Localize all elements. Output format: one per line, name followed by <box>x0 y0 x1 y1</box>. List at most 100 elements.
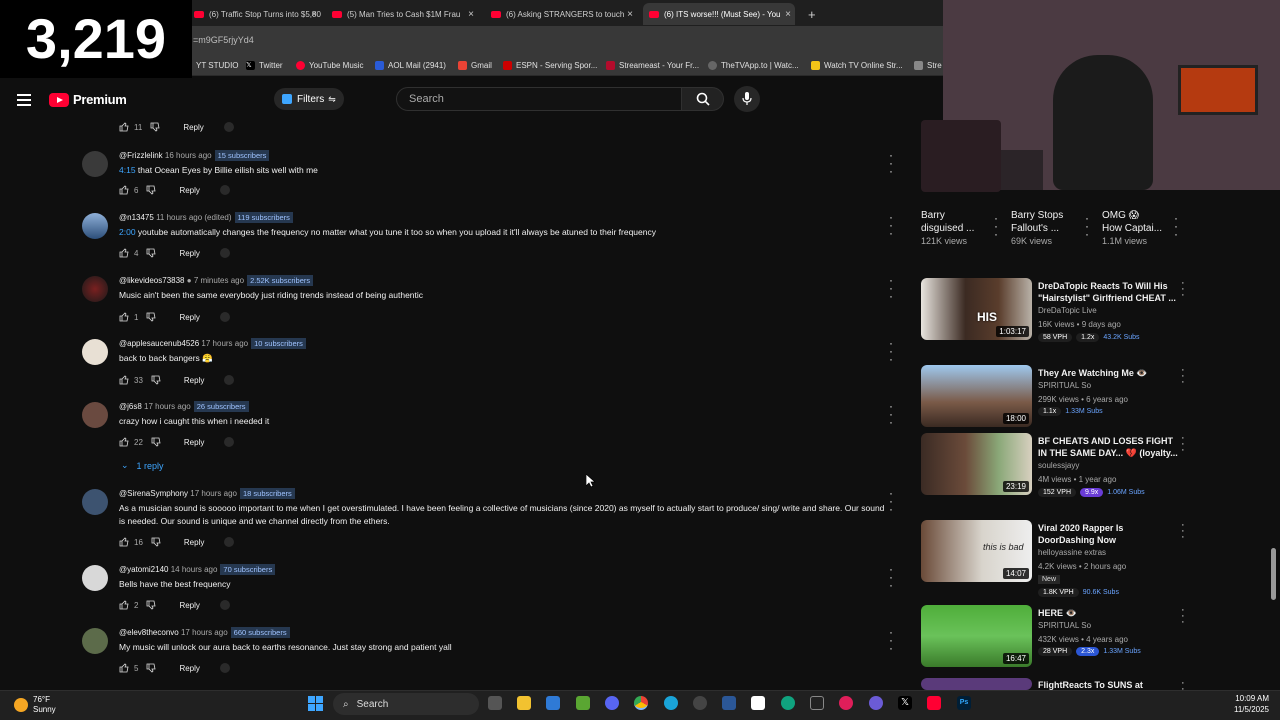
comment-author[interactable]: @likevideos73838 <box>119 276 185 285</box>
browser-tab[interactable]: (6) Traffic Stop Turns into $5,00 × <box>188 3 321 25</box>
avatar[interactable] <box>82 213 108 239</box>
task-view-icon[interactable] <box>488 696 502 710</box>
x-twitter-icon[interactable]: 𝕏 <box>898 696 912 710</box>
reply-button[interactable]: Reply <box>179 601 199 610</box>
reply-button[interactable]: Reply <box>184 376 204 385</box>
more-options-icon[interactable]: ··· <box>992 212 1000 240</box>
more-options-icon[interactable]: ··· <box>887 626 895 654</box>
bookmark-item[interactable]: Gmail <box>458 61 492 70</box>
edge-icon[interactable] <box>664 696 678 710</box>
comment-time[interactable]: 17 hours ago <box>181 628 228 637</box>
more-options-icon[interactable]: ··· <box>887 487 895 515</box>
video-thumbnail[interactable]: 18:00 <box>921 365 1032 427</box>
comment-author[interactable]: @elev8theconvo <box>119 628 179 637</box>
bookmark-item[interactable]: AOL Mail (2941) <box>375 61 446 70</box>
comment-time[interactable]: 14 hours ago <box>171 565 218 574</box>
dislike-icon[interactable] <box>151 537 161 547</box>
comment-author[interactable]: @n13475 <box>119 213 154 222</box>
video-thumbnail[interactable]: 23:19 <box>921 433 1032 495</box>
video-title[interactable]: FlightReacts To SUNS at <box>1038 679 1178 690</box>
comment-author[interactable]: @applesaucenub4526 <box>119 339 199 348</box>
recommended-video[interactable]: 16:47 HERE 👁️ SPIRITUAL So 432K views • … <box>921 605 1191 667</box>
reply-button[interactable]: Reply <box>184 438 204 447</box>
channel-name[interactable]: SPIRITUAL So <box>1038 621 1091 630</box>
comment-author[interactable]: @j6s8 <box>119 402 142 411</box>
search-button[interactable] <box>682 87 724 111</box>
comment-author[interactable]: @yatomi2140 <box>119 565 168 574</box>
avatar[interactable] <box>82 151 108 177</box>
short-thumbnail[interactable] <box>921 120 1001 192</box>
bookmark-item[interactable]: Streameast - Your Fr... <box>606 61 699 70</box>
timestamp-link[interactable]: 2:00 <box>119 227 136 237</box>
channel-name[interactable]: soulessjayy <box>1038 461 1079 470</box>
discord-icon[interactable] <box>605 696 619 710</box>
like-icon[interactable] <box>119 663 129 673</box>
browser-tab[interactable]: (6) Asking STRANGERS to touch × <box>485 3 637 25</box>
video-title[interactable]: They Are Watching Me 👁️ <box>1038 367 1178 379</box>
channel-name[interactable]: DreDaTopic Live <box>1038 306 1097 315</box>
bookmark-item[interactable]: 𝕏 Twitter <box>246 61 283 70</box>
reply-button[interactable]: Reply <box>179 186 199 195</box>
dislike-icon[interactable] <box>146 312 156 322</box>
more-options-icon[interactable]: ··· <box>887 337 895 365</box>
channel-name[interactable]: SPIRITUAL So <box>1038 381 1091 390</box>
comment-time[interactable]: 11 hours ago (edited) <box>156 213 231 222</box>
bookmark-item[interactable]: TheTVApp.to | Watc... <box>708 61 799 70</box>
comment-author[interactable]: @Frizzlelink <box>119 151 163 160</box>
more-options-icon[interactable]: ··· <box>1181 520 1185 543</box>
reply-button[interactable]: Reply <box>179 313 199 322</box>
dislike-icon[interactable] <box>151 437 161 447</box>
recommended-video[interactable]: this is bad 14:07 Viral 2020 Rapper Is Do… <box>921 520 1191 597</box>
voice-search-button[interactable] <box>734 86 760 112</box>
close-icon[interactable]: × <box>468 9 474 20</box>
more-options-icon[interactable]: ··· <box>887 149 895 177</box>
taskbar-search[interactable]: ⌕ Search <box>333 693 479 715</box>
search-input[interactable]: Search <box>396 87 682 111</box>
avatar[interactable] <box>82 339 108 365</box>
bookmark-item[interactable]: Watch TV Online Str... <box>811 61 903 70</box>
dislike-icon[interactable] <box>151 375 161 385</box>
dislike-icon[interactable] <box>146 185 156 195</box>
more-options-icon[interactable]: ··· <box>887 400 895 428</box>
obs-icon[interactable] <box>693 696 707 710</box>
bookmark-item[interactable]: Stre <box>914 61 942 70</box>
like-icon[interactable] <box>119 248 129 258</box>
like-icon[interactable] <box>119 122 129 132</box>
video-title[interactable]: BF CHEATS AND LOSES FIGHT IN THE SAME DA… <box>1038 435 1178 459</box>
short-card[interactable]: OMG 😱 How Captai... 1.1M views <box>1102 209 1162 248</box>
menu-icon[interactable] <box>17 94 31 106</box>
dislike-icon[interactable] <box>146 600 156 610</box>
recommended-video[interactable]: 23:19 BF CHEATS AND LOSES FIGHT IN THE S… <box>921 433 1191 497</box>
comment-time[interactable]: 7 minutes ago <box>194 276 244 285</box>
reply-button[interactable]: Reply <box>184 538 204 547</box>
comment-time[interactable]: 17 hours ago <box>201 339 248 348</box>
video-thumbnail[interactable]: 16:47 <box>921 605 1032 667</box>
video-title[interactable]: DreDaTopic Reacts To Will His "Hairstyli… <box>1038 280 1178 304</box>
reply-button[interactable]: Reply <box>179 664 199 673</box>
avatar[interactable] <box>82 628 108 654</box>
video-thumbnail[interactable] <box>921 678 1032 690</box>
recommended-video[interactable]: 18:00 They Are Watching Me 👁️ SPIRITUAL … <box>921 365 1191 427</box>
bookmark-item[interactable]: YT STUDIO <box>196 61 239 70</box>
photoshop-icon[interactable]: Ps <box>957 696 971 710</box>
video-title[interactable]: Viral 2020 Rapper Is DoorDashing Now <box>1038 522 1178 546</box>
file-explorer-icon[interactable] <box>517 696 531 710</box>
video-title[interactable]: HERE 👁️ <box>1038 607 1178 619</box>
youtube-premium-logo[interactable]: Premium <box>49 92 127 107</box>
like-icon[interactable] <box>119 437 129 447</box>
more-options-icon[interactable]: ··· <box>887 274 895 302</box>
avatar[interactable] <box>82 402 108 428</box>
youtube-icon[interactable] <box>927 696 941 710</box>
video-thumbnail[interactable]: this is bad 14:07 <box>921 520 1032 582</box>
more-options-icon[interactable]: ··· <box>1083 212 1091 240</box>
nvidia-icon[interactable] <box>576 696 590 710</box>
like-icon[interactable] <box>119 312 129 322</box>
more-options-icon[interactable]: ··· <box>1181 605 1185 628</box>
timestamp-link[interactable]: 4:15 <box>119 165 136 175</box>
avatar[interactable] <box>82 489 108 515</box>
short-card[interactable]: Barry Stops Fallout's ... 69K views <box>1011 209 1063 248</box>
windows-start-icon[interactable] <box>308 696 324 712</box>
channel-name[interactable]: helloyassine extras <box>1038 548 1106 557</box>
recommended-video[interactable]: HIS 1:03:17 DreDaTopic Reacts To Will His… <box>921 278 1191 342</box>
notepad-icon[interactable] <box>546 696 560 710</box>
